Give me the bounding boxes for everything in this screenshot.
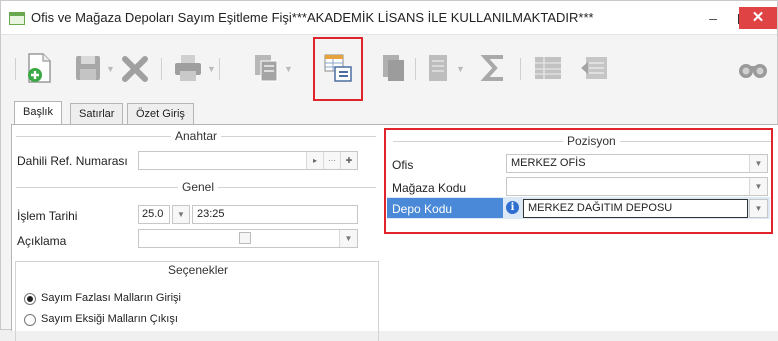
- toolbar-separator: [161, 58, 162, 80]
- toolbar-separator: [219, 58, 220, 80]
- print-dropdown-icon[interactable]: ▼: [207, 64, 216, 74]
- new-document-icon[interactable]: [23, 51, 57, 85]
- toolbar-separator: [520, 58, 521, 80]
- close-button[interactable]: ✕: [739, 7, 777, 29]
- more-options-button[interactable]: ···: [323, 152, 340, 169]
- sum-icon[interactable]: [477, 51, 511, 85]
- document-dropdown-icon[interactable]: ▼: [456, 64, 465, 74]
- next-record-button[interactable]: ▸: [306, 152, 323, 169]
- save-dropdown-icon[interactable]: ▼: [106, 64, 115, 74]
- document-icon[interactable]: [421, 51, 455, 85]
- toolbar-separator: [15, 58, 16, 80]
- export-icon[interactable]: [577, 51, 611, 85]
- transaction-date-label: İşlem Tarihi: [17, 209, 78, 223]
- print-icon[interactable]: [171, 51, 205, 85]
- copy-dropdown-icon[interactable]: ▼: [284, 64, 293, 74]
- transaction-date-input[interactable]: 25.0: [138, 205, 170, 224]
- copy-icon[interactable]: [249, 51, 283, 85]
- toolbar-highlight-box: [313, 37, 363, 101]
- minimize-button[interactable]: –: [699, 7, 727, 29]
- group-title-genel: Genel: [178, 180, 219, 194]
- group-title-secenekler: Seçenekler: [164, 263, 233, 277]
- radio-surplus-entry[interactable]: [24, 293, 36, 305]
- description-label: Açıklama: [17, 234, 67, 248]
- grid-icon[interactable]: [531, 51, 565, 85]
- toolbar: ▼ ▼ ▼ ▼: [1, 36, 777, 98]
- chevron-down-icon[interactable]: ▼: [339, 230, 357, 247]
- ref-number-input[interactable]: ▸ ··· ✚: [138, 151, 358, 170]
- radio-shortage-exit-label: Sayım Eksiği Malların Çıkışı: [41, 313, 178, 325]
- paste-icon[interactable]: [377, 51, 411, 85]
- radio-surplus-entry-label: Sayım Fazlası Malların Girişi: [41, 292, 181, 304]
- chevron-down-icon: ▼: [173, 206, 189, 223]
- radio-shortage-exit[interactable]: [24, 314, 36, 326]
- window-title: Ofis ve Mağaza Depoları Sayım Eşitleme F…: [31, 10, 594, 25]
- description-input[interactable]: ▼: [138, 229, 358, 248]
- group-title-anahtar: Anahtar: [171, 129, 222, 143]
- app-window: Ofis ve Mağaza Depoları Sayım Eşitleme F…: [0, 0, 778, 341]
- date-picker-button[interactable]: ▼: [172, 205, 190, 224]
- ref-number-label: Dahili Ref. Numarası: [17, 154, 128, 168]
- toolbar-separator: [415, 58, 416, 80]
- save-icon[interactable]: [71, 51, 105, 85]
- transaction-time-input[interactable]: 23:25: [192, 205, 358, 224]
- app-icon: [9, 12, 25, 25]
- position-highlight-box: [384, 128, 773, 234]
- text-editor-icon[interactable]: [239, 232, 251, 244]
- search-icon[interactable]: [736, 51, 770, 85]
- add-button[interactable]: ✚: [340, 152, 357, 169]
- title-bar: Ofis ve Mağaza Depoları Sayım Eşitleme F…: [1, 1, 777, 35]
- delete-icon[interactable]: [118, 51, 152, 85]
